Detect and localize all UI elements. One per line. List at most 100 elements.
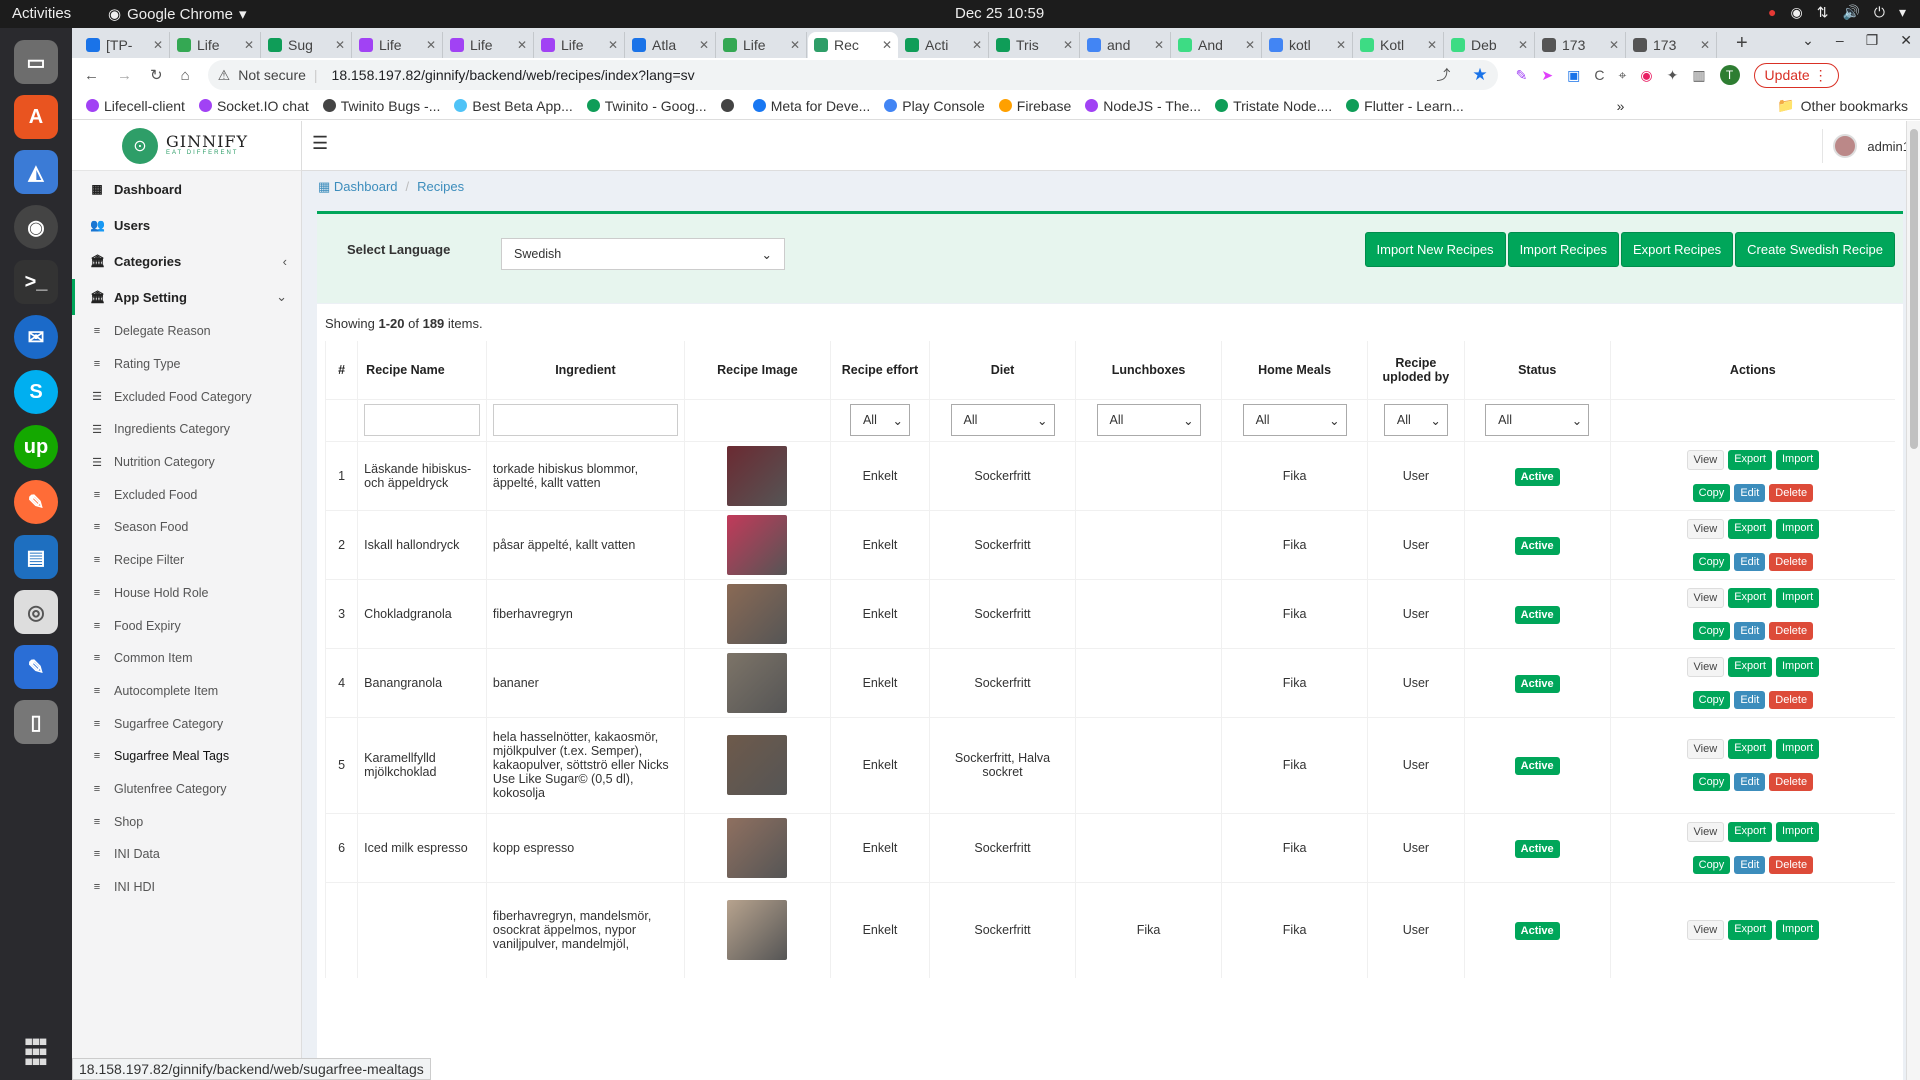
- submenu-item-nutrition-category[interactable]: ☰ Nutrition Category: [72, 446, 301, 479]
- sidebar-item-categories[interactable]: 🏛 Categories ‹: [72, 243, 301, 279]
- edit-button[interactable]: Edit: [1734, 690, 1766, 709]
- column-filter-input[interactable]: [492, 404, 678, 436]
- close-tab-icon[interactable]: ✕: [1609, 38, 1619, 52]
- chrome-icon[interactable]: ◉: [14, 205, 58, 249]
- close-button[interactable]: ✕: [1900, 32, 1912, 49]
- upwork-icon[interactable]: up: [14, 425, 58, 469]
- activities-button[interactable]: Activities: [12, 5, 71, 22]
- export-button[interactable]: Export: [1728, 449, 1772, 470]
- bookmark-item[interactable]: [720, 98, 739, 114]
- column-header[interactable]: Diet: [928, 341, 1076, 399]
- view-button[interactable]: View: [1686, 739, 1725, 759]
- bookmark-item[interactable]: Twinito Bugs -...: [322, 98, 440, 114]
- extension-doc-icon[interactable]: ▣: [1567, 67, 1580, 84]
- column-header[interactable]: Home Meals: [1221, 341, 1368, 399]
- writer-icon[interactable]: ▤: [14, 535, 58, 579]
- column-filter-select[interactable]: All ⌄: [1096, 404, 1201, 436]
- browser-tab[interactable]: 173 ✕: [1627, 32, 1717, 58]
- android-studio-icon[interactable]: ◭: [14, 150, 58, 194]
- submenu-item-glutenfree-category[interactable]: ≡ Glutenfree Category: [72, 773, 301, 806]
- edit-button[interactable]: Edit: [1734, 483, 1766, 502]
- column-header[interactable]: Lunchboxes: [1075, 341, 1222, 399]
- extension-color-icon[interactable]: ◉: [1640, 67, 1652, 84]
- bookmark-item[interactable]: Firebase: [998, 98, 1071, 114]
- close-tab-icon[interactable]: ✕: [335, 38, 345, 52]
- recipe-thumbnail[interactable]: [727, 445, 788, 506]
- bookmark-item[interactable]: Lifecell-client: [86, 98, 185, 114]
- close-tab-icon[interactable]: ✕: [517, 38, 527, 52]
- submenu-item-autocomplete-item[interactable]: ≡ Autocomplete Item: [72, 675, 301, 708]
- column-filter-select[interactable]: All ⌄: [1383, 404, 1448, 436]
- import-button[interactable]: Import: [1775, 656, 1820, 677]
- bookmark-item[interactable]: Twinito - Goog...: [586, 98, 707, 114]
- recipe-thumbnail[interactable]: [727, 583, 788, 644]
- extensions-puzzle-icon[interactable]: ✦: [1667, 67, 1679, 84]
- delete-button[interactable]: Delete: [1769, 621, 1814, 640]
- top-action-button[interactable]: Import New Recipes: [1364, 232, 1506, 267]
- column-header[interactable]: Recipe Name: [357, 341, 487, 399]
- recipe-thumbnail[interactable]: [727, 514, 788, 575]
- app-menu[interactable]: ◉ Google Chrome ▾: [108, 5, 247, 24]
- browser-tab[interactable]: Life ✕: [717, 32, 807, 58]
- bookmark-star-icon[interactable]: ★: [1472, 65, 1487, 85]
- edit-button[interactable]: Edit: [1734, 552, 1766, 571]
- other-bookmarks[interactable]: 📁 Other bookmarks: [1777, 97, 1908, 114]
- copy-button[interactable]: Copy: [1692, 483, 1731, 502]
- submenu-item-sugarfree-meal-tags[interactable]: ≡ Sugarfree Meal Tags: [72, 740, 301, 773]
- terminal-icon[interactable]: >_: [14, 260, 58, 304]
- breadcrumb-current[interactable]: Recipes: [417, 179, 464, 195]
- software-center-icon[interactable]: A: [14, 95, 58, 139]
- submenu-item-rating-type[interactable]: ≡ Rating Type: [72, 348, 301, 381]
- clock[interactable]: Dec 25 10:59: [955, 5, 1044, 22]
- sidebar-item-dashboard[interactable]: ▦ Dashboard: [72, 171, 301, 207]
- copy-button[interactable]: Copy: [1692, 855, 1731, 874]
- text-editor-icon[interactable]: ✎: [14, 645, 58, 689]
- column-filter-input[interactable]: [364, 404, 480, 436]
- column-header[interactable]: Recipe effort: [829, 341, 930, 399]
- copy-button[interactable]: Copy: [1692, 773, 1731, 791]
- scrollbar-thumb[interactable]: [1910, 129, 1918, 449]
- close-tab-icon[interactable]: ✕: [790, 38, 800, 52]
- browser-tab[interactable]: [TP- ✕: [80, 32, 170, 58]
- postman-icon[interactable]: ✎: [14, 480, 58, 524]
- copy-button[interactable]: Copy: [1692, 621, 1731, 640]
- user-menu[interactable]: admin1: [1822, 129, 1910, 163]
- submenu-item-ini-data[interactable]: ≡ INI Data: [72, 838, 301, 871]
- close-tab-icon[interactable]: ✕: [1336, 38, 1346, 52]
- delete-button[interactable]: Delete: [1769, 690, 1814, 709]
- browser-tab[interactable]: Life ✕: [353, 32, 443, 58]
- copy-button[interactable]: Copy: [1692, 690, 1731, 709]
- close-tab-icon[interactable]: ✕: [882, 38, 892, 52]
- extension-arrow-icon[interactable]: ➤: [1541, 67, 1553, 84]
- column-filter-select[interactable]: All ⌄: [1485, 404, 1590, 436]
- delete-button[interactable]: Delete: [1769, 552, 1814, 571]
- close-tab-icon[interactable]: ✕: [972, 38, 982, 52]
- top-action-button[interactable]: Create Swedish Recipe: [1735, 232, 1895, 267]
- bookmark-item[interactable]: Meta for Deve...: [752, 98, 870, 114]
- view-button[interactable]: View: [1686, 656, 1725, 677]
- submenu-item-shop[interactable]: ≡ Shop: [72, 805, 301, 838]
- submenu-item-excluded-food[interactable]: ≡ Excluded Food: [72, 478, 301, 511]
- submenu-item-season-food[interactable]: ≡ Season Food: [72, 511, 301, 544]
- browser-tab[interactable]: Sug ✕: [262, 32, 352, 58]
- column-filter-select[interactable]: All ⌄: [849, 404, 910, 436]
- submenu-item-common-item[interactable]: ≡ Common Item: [72, 642, 301, 675]
- view-button[interactable]: View: [1686, 821, 1725, 842]
- profile-avatar[interactable]: T: [1719, 65, 1740, 85]
- sidebar-item-users[interactable]: 👥 Users: [72, 207, 301, 243]
- maximize-button[interactable]: ❐: [1866, 32, 1879, 49]
- column-header[interactable]: Ingredient: [485, 341, 685, 399]
- bookmark-item[interactable]: Flutter - Learn...: [1346, 98, 1464, 114]
- close-tab-icon[interactable]: ✕: [426, 38, 436, 52]
- browser-tab[interactable]: Acti ✕: [899, 32, 989, 58]
- breadcrumb-home[interactable]: ▦ Dashboard: [318, 179, 398, 195]
- edit-button[interactable]: Edit: [1734, 621, 1766, 640]
- reload-button[interactable]: ↻: [150, 66, 163, 84]
- side-panel-icon[interactable]: ▥: [1692, 67, 1705, 84]
- submenu-item-ingredients-category[interactable]: ☰ Ingredients Category: [72, 413, 301, 446]
- bookmark-item[interactable]: NodeJS - The...: [1085, 98, 1201, 114]
- bookmark-item[interactable]: Socket.IO chat: [198, 98, 309, 114]
- files-icon[interactable]: ▭: [14, 40, 58, 84]
- omnibox[interactable]: ⚠ Not secure | 18.158.197.82/ginnify/bac…: [207, 60, 1498, 90]
- delete-button[interactable]: Delete: [1769, 855, 1814, 874]
